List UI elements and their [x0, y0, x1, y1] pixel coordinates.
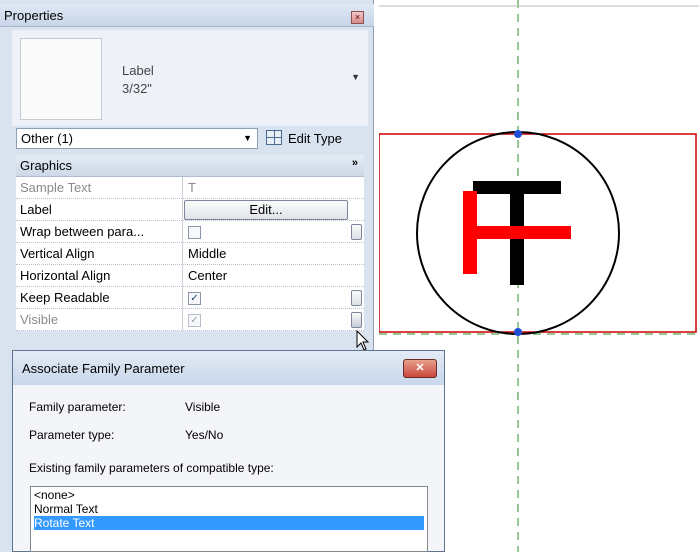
row-label: Wrap between para...	[20, 224, 145, 239]
row-value: T	[188, 180, 196, 195]
collapse-icon[interactable]: »	[352, 157, 358, 169]
associate-family-parameter-dialog: Associate Family Parameter ✕ Family para…	[12, 350, 445, 552]
list-item-rotate-text[interactable]: Rotate Text	[34, 516, 424, 530]
row-label-param: Label Edit...	[16, 199, 364, 221]
keep-readable-checkbox[interactable]: ✓	[188, 292, 201, 305]
properties-title-bar: Properties ×	[0, 4, 374, 27]
edit-label-button[interactable]: Edit...	[184, 200, 348, 220]
row-keep-readable: Keep Readable ✓	[16, 287, 364, 309]
row-sample-text: Sample Text T	[16, 177, 364, 199]
wrap-checkbox[interactable]	[188, 226, 201, 239]
edit-type-icon	[266, 130, 282, 145]
type-selector[interactable]: Label 3/32" ▼	[12, 30, 368, 126]
type-size: 3/32"	[122, 81, 152, 96]
row-vertical-align: Vertical Align Middle	[16, 243, 364, 265]
existing-parameters-label: Existing family parameters of compatible…	[29, 461, 274, 475]
row-label: Label	[20, 202, 52, 217]
dialog-title-bar: Associate Family Parameter ✕	[13, 351, 444, 385]
grip-top	[514, 130, 522, 138]
chevron-down-icon[interactable]: ▼	[243, 133, 252, 143]
row-label: Vertical Align	[20, 246, 95, 261]
associate-parameter-button[interactable]	[351, 290, 362, 306]
red-text-bar-horizontal	[463, 226, 571, 239]
visible-checkbox[interactable]: ✓	[188, 314, 201, 327]
mouse-cursor-icon	[356, 330, 370, 351]
row-label: Visible	[20, 312, 59, 327]
type-preview-image	[20, 38, 102, 120]
properties-title: Properties	[4, 8, 64, 23]
family-parameter-label: Family parameter:	[29, 400, 126, 414]
instance-filter-value: Other (1)	[21, 131, 74, 146]
horizontal-align-value[interactable]: Center	[188, 268, 227, 283]
parameter-type-label: Parameter type:	[29, 428, 115, 442]
associate-parameter-button[interactable]	[351, 312, 362, 328]
row-visible: Visible ✓	[16, 309, 364, 331]
row-wrap-between: Wrap between para...	[16, 221, 364, 243]
parameter-list[interactable]: <none> Normal Text Rotate Text	[30, 486, 428, 552]
row-horizontal-align: Horizontal Align Center	[16, 265, 364, 287]
type-name: Label	[122, 63, 154, 78]
parameter-type-value: Yes/No	[185, 428, 224, 442]
dropdown-arrow-icon[interactable]: ▼	[351, 72, 360, 82]
family-parameter-value: Visible	[185, 400, 221, 414]
close-icon[interactable]: ✕	[403, 359, 437, 378]
row-label: Horizontal Align	[20, 268, 111, 283]
section-graphics[interactable]: Graphics »	[16, 155, 364, 177]
row-label: Sample Text	[20, 180, 92, 195]
row-label: Keep Readable	[20, 290, 110, 305]
vertical-align-value[interactable]: Middle	[188, 246, 226, 261]
grip-bottom	[514, 328, 522, 336]
close-icon[interactable]: ×	[351, 11, 364, 24]
section-title: Graphics	[20, 158, 73, 173]
edit-type-label: Edit Type	[288, 131, 342, 146]
list-item-none[interactable]: <none>	[34, 488, 424, 502]
list-item-normal-text[interactable]: Normal Text	[34, 502, 424, 516]
instance-filter-dropdown[interactable]: Other (1) ▼	[16, 128, 258, 149]
dialog-title: Associate Family Parameter	[22, 361, 185, 376]
associate-parameter-button[interactable]	[351, 224, 362, 240]
